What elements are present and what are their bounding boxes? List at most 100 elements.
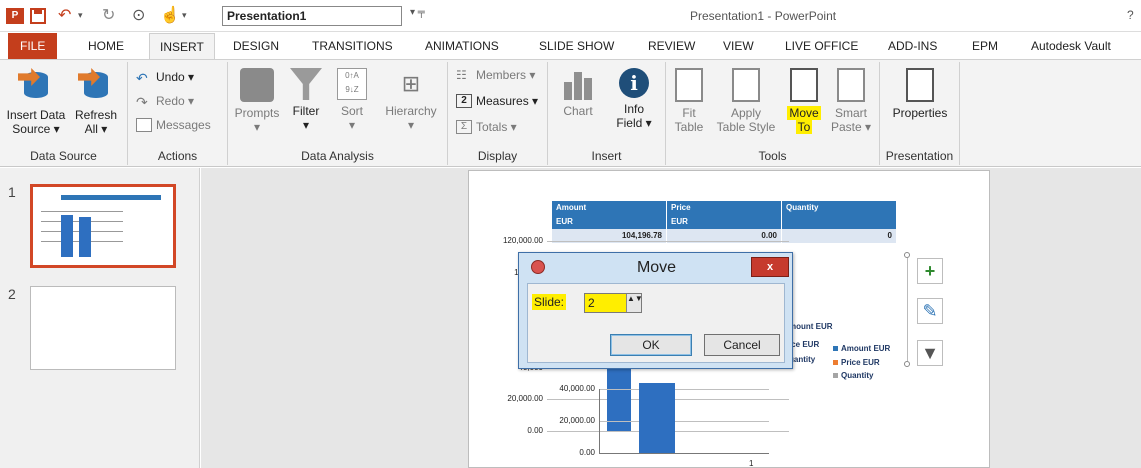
tab-autodesk-vault[interactable]: Autodesk Vault <box>1031 33 1111 59</box>
ok-button[interactable]: OK <box>610 334 692 356</box>
cancel-button[interactable]: Cancel <box>704 334 780 356</box>
messages-label: Messages <box>156 118 211 132</box>
x-axis <box>599 453 769 454</box>
document-name-dropdown-icon[interactable]: ▾ ╤ <box>410 7 425 18</box>
filter-icon <box>290 68 322 100</box>
y-axis <box>599 389 600 453</box>
gridline-secondary <box>599 421 769 422</box>
move-dialog: Move x Slide: 2 ▲▼ OK Cancel <box>518 252 793 369</box>
sort-label: Sort <box>340 104 363 118</box>
members-button[interactable]: ☷ Members ▾ <box>456 68 535 82</box>
slide-thumbnail-2[interactable] <box>30 286 176 370</box>
tab-live-office[interactable]: LIVE OFFICE <box>785 33 858 59</box>
tab-view[interactable]: VIEW <box>723 33 754 59</box>
legend-partial-price: ice EUR <box>789 340 820 349</box>
members-icon: ☷ <box>456 68 467 82</box>
insert-data-source-icon <box>18 68 54 104</box>
help-icon[interactable]: ? <box>1127 8 1134 22</box>
slide-number-1: 1 <box>8 184 16 200</box>
tab-file[interactable]: FILE <box>8 33 58 59</box>
tab-epm[interactable]: EPM <box>972 33 998 59</box>
measures-button[interactable]: 2 Measures ▾ <box>456 94 538 108</box>
chart-filters-button[interactable]: ▼ <box>917 340 943 366</box>
plus-icon: + <box>924 261 936 281</box>
slide-thumbnail-1[interactable] <box>30 184 176 268</box>
tab-insert[interactable]: INSERT <box>149 33 215 59</box>
group-presentation: Properties Presentation <box>880 62 960 165</box>
redo-icon[interactable]: ↻ <box>102 5 115 25</box>
smart-paste-button[interactable]: Smart Paste ▾ <box>826 68 876 134</box>
undo-dropdown-icon[interactable]: ▾ <box>78 10 83 21</box>
properties-button[interactable]: Properties <box>884 68 956 120</box>
apply-table-style-button[interactable]: Apply Table Style <box>710 68 782 134</box>
brush-icon: ✎ <box>922 301 938 321</box>
tab-add-ins[interactable]: ADD-INS <box>888 33 937 59</box>
redo-button[interactable]: ↷ Redo ▾ <box>136 94 194 110</box>
document-name-field[interactable]: Presentation1 <box>222 6 402 26</box>
undo-icon[interactable]: ↶ <box>58 5 71 25</box>
chart-styles-button[interactable]: ✎ <box>917 298 943 324</box>
refresh-all-label-2: All ▾ <box>84 122 108 136</box>
redo-arrow-icon: ↷ <box>136 94 148 110</box>
insert-data-source-label-1: Insert Data <box>6 108 66 122</box>
filter-label: Filter <box>292 104 320 118</box>
undo-label: Undo ▾ <box>156 70 195 84</box>
move-to-button[interactable]: Move To <box>784 68 824 134</box>
save-icon[interactable] <box>30 8 46 24</box>
group-label-presentation: Presentation <box>885 149 954 163</box>
refresh-all-label-1: Refresh <box>74 108 118 122</box>
slides-pane: 1 2 <box>0 168 200 468</box>
properties-icon <box>906 68 934 102</box>
filter-button[interactable]: Filter ▾ <box>286 68 326 132</box>
chart-elements-button[interactable]: + <box>917 258 943 284</box>
legend-swatch <box>833 373 838 379</box>
undo-button[interactable]: ↶ Undo ▾ <box>136 70 195 86</box>
tab-review[interactable]: REVIEW <box>648 33 695 59</box>
present-icon[interactable]: ⊙ <box>132 5 145 25</box>
sort-arrow: ▾ <box>348 118 356 132</box>
tab-design[interactable]: DESIGN <box>233 33 279 59</box>
hierarchy-button[interactable]: ⊞ Hierarchy ▾ <box>378 68 444 132</box>
group-actions: ↶ Undo ▾ ↷ Redo ▾ Messages Actions <box>128 62 228 165</box>
tab-slide-show[interactable]: SLIDE SHOW <box>539 33 614 59</box>
apply-table-style-label-2: Table Style <box>716 120 776 134</box>
legend-item-quantity: Quantity <box>833 371 873 380</box>
slide-number-label: Slide: <box>532 294 567 310</box>
gridline <box>547 241 789 242</box>
fit-table-button[interactable]: Fit Table <box>670 68 708 134</box>
totals-button[interactable]: Σ Totals ▾ <box>456 120 517 134</box>
legend-partial-amount: mount EUR <box>789 322 833 331</box>
slide-thumbnail-1-content <box>39 193 167 259</box>
group-display: ☷ Members ▾ 2 Measures ▾ Σ Totals ▾ Disp… <box>448 62 548 165</box>
touch-mode-icon[interactable]: ☝ <box>160 5 180 25</box>
sort-button[interactable]: 0↑A 9↓Z Sort ▾ <box>332 68 372 132</box>
ribbon-tabs: FILE HOME INSERT DESIGN TRANSITIONS ANIM… <box>0 33 1141 59</box>
tab-animations[interactable]: ANIMATIONS <box>425 33 499 59</box>
resize-handle[interactable] <box>904 361 910 367</box>
group-label-display: Display <box>477 149 518 163</box>
prompts-button[interactable]: Prompts ▾ <box>232 68 282 134</box>
move-to-label-1: Move <box>787 106 821 120</box>
smart-paste-icon <box>837 68 865 102</box>
legend-swatch <box>833 360 838 366</box>
dialog-close-button[interactable]: x <box>751 257 789 277</box>
insert-data-source-label-2: Source ▾ <box>12 122 60 136</box>
insert-data-source-button[interactable]: Insert Data Source ▾ <box>4 68 68 136</box>
tab-transitions[interactable]: TRANSITIONS <box>312 33 393 59</box>
qat-customize-icon[interactable]: ▾ <box>182 10 187 21</box>
bar-secondary <box>639 383 675 453</box>
y-tick-label: 20,000.00 <box>507 394 543 404</box>
messages-button[interactable]: Messages <box>136 118 211 132</box>
dialog-body: Slide: 2 ▲▼ OK Cancel <box>527 283 785 363</box>
refresh-all-button[interactable]: Refresh All ▾ <box>68 68 124 136</box>
hierarchy-arrow: ▾ <box>407 118 415 132</box>
tab-home[interactable]: HOME <box>88 33 124 59</box>
slide-number-spinner[interactable]: ▲▼ <box>626 294 643 312</box>
group-tools: Fit Table Apply Table Style Move To Smar… <box>666 62 880 165</box>
gridline-secondary <box>599 389 769 390</box>
info-field-button[interactable]: i Info Field ▾ <box>608 68 660 130</box>
chart-button[interactable]: Chart <box>556 68 600 118</box>
legend-item-amount: Amount EUR <box>833 344 890 353</box>
fit-table-label-2: Table <box>674 120 704 134</box>
group-data-source: Insert Data Source ▾ Refresh All ▾ Data … <box>0 62 128 165</box>
